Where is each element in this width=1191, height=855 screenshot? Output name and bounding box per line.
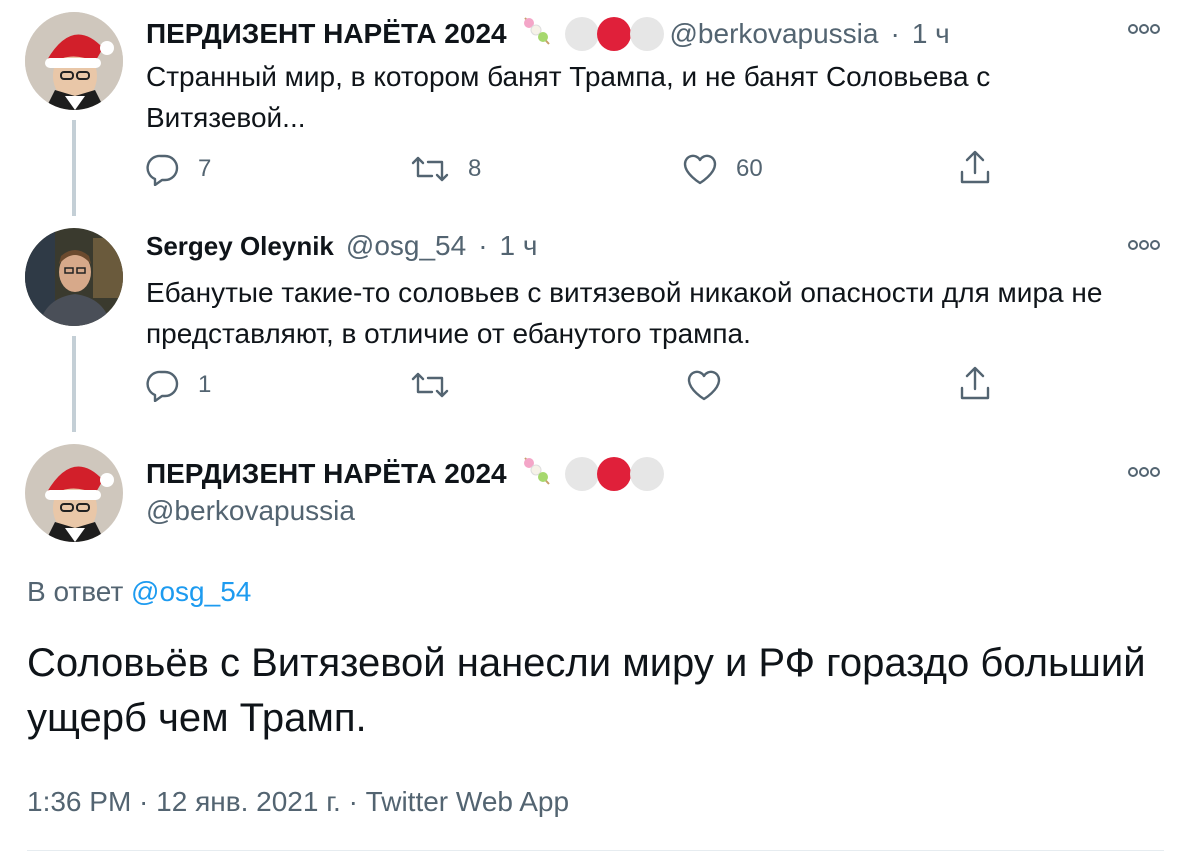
tweet-text: Ебанутые такие-то соловьев с витязевой н… [146,277,1103,349]
tweet-meta[interactable]: 1:36 PM · 12 янв. 2021 г. · Twitter Web … [27,786,569,818]
like-button[interactable]: 60 [682,152,763,186]
author-handle[interactable]: @berkovapussia [670,18,879,50]
share-icon [960,150,990,184]
share-icon [960,366,990,400]
reply-count: 7 [198,155,212,182]
reply-icon [146,370,179,402]
timestamp[interactable]: 1 ч [500,230,538,262]
retweet-icon [411,156,449,182]
thread-line [72,336,76,432]
reply-count: 1 [198,371,212,398]
like-count: 60 [736,155,763,182]
avatar[interactable] [25,444,123,542]
reply-button[interactable]: 7 [146,152,211,186]
timestamp[interactable]: 1 ч [912,18,950,50]
reply-context: В ответ @osg_54 [27,576,251,608]
heart-icon [687,370,721,401]
separator: · [890,17,900,49]
share-button[interactable] [958,366,992,402]
author-name[interactable]: Sergey Oleynik [146,231,334,262]
more-options-icon[interactable] [1127,22,1161,41]
reply-button[interactable]: 1 [146,368,211,402]
author-name[interactable]: ПЕРДИЗЕНТ НАРЁТА 2024 [146,458,507,490]
author-name[interactable]: ПЕРДИЗЕНТ НАРЁТА 2024 [146,18,507,50]
retweet-button[interactable] [410,368,468,402]
retweet-count: 8 [468,155,482,182]
separator: · [478,230,488,261]
author-handle[interactable]: @berkovapussia [146,495,355,527]
retweet-icon [411,372,449,398]
retweet-button[interactable]: 8 [410,152,481,186]
more-options-icon[interactable] [1127,465,1161,484]
more-options-icon[interactable] [1127,238,1161,257]
reply-prefix: В ответ [27,576,124,607]
avatar[interactable] [25,228,123,326]
badge-icons [564,16,664,51]
badge-icons [564,456,664,491]
dango-emoji-icon [519,454,553,493]
divider [27,850,1164,851]
share-button[interactable] [958,150,992,186]
reply-icon [146,154,179,186]
dango-emoji-icon [519,14,553,53]
author-handle[interactable]: @osg_54 [346,230,466,262]
heart-icon [683,154,717,185]
main-tweet-text: Соловьёв с Витязевой нанесли миру и РФ г… [27,641,1146,740]
tweet-text: Странный мир, в котором банят Трампа, и … [146,61,991,133]
like-button[interactable] [686,368,740,402]
reply-to-link[interactable]: @osg_54 [131,576,251,607]
thread-line [72,120,76,216]
avatar[interactable] [25,12,123,110]
